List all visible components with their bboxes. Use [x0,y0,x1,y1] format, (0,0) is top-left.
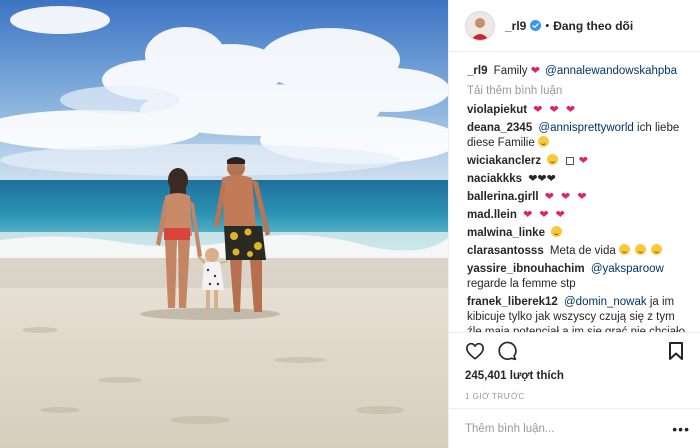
comment-username[interactable]: naciakkks [467,173,522,185]
add-comment-input[interactable] [465,422,673,435]
heart-emoji-icon: ❤ ❤ ❤ [544,191,589,203]
comment-item: mad.llein ❤ ❤ ❤ [467,208,688,223]
comment-mention-link[interactable]: @yaksparoow [591,263,664,275]
follow-status-button[interactable]: Đang theo dõi [553,19,633,33]
comment-username[interactable]: yassire_ibnouhachim [467,263,585,275]
caption-mention-link[interactable]: @annalewandowskahpba [545,65,677,77]
caption-username[interactable]: _rl9 [467,65,487,77]
heart-emoji-icon: ❤ ❤ ❤ [533,104,578,116]
comment-username[interactable]: violapiekut [467,104,527,116]
heart-emoji-icon: ❤ ❤ ❤ [523,209,567,221]
comment-username[interactable]: deana_2345 [467,122,532,134]
comment-username[interactable]: malwina_linke [467,227,545,239]
comment-button[interactable] [495,339,519,363]
header-separator: • [545,19,550,32]
like-button[interactable] [463,339,487,363]
comment-item: malwina_linke [467,226,688,241]
unknown-glyph-icon [565,157,574,165]
comment-item: ballerina.girll ❤ ❤ ❤ [467,190,688,205]
avatar[interactable] [465,10,495,41]
post-sidebar: _rl9 • Đang theo dõi _rl9 Family ❤ @anna… [448,0,700,448]
comment-username[interactable]: clarasantosss [467,245,544,257]
comment-username[interactable]: mad.llein [467,209,517,221]
comment-mention-link[interactable]: @domin_nowak [564,296,647,308]
comment-username[interactable]: ballerina.girll [467,191,539,203]
comment-username[interactable]: franek_liberek12 [467,296,558,308]
likes-count[interactable]: 245,401 lượt thích [449,368,700,386]
heart-outline-icon [466,342,484,360]
more-options-icon[interactable]: ••• [672,421,690,437]
smile-emoji-icon [537,136,549,147]
instagram-post: _rl9 • Đang theo dõi _rl9 Family ❤ @anna… [0,0,700,448]
comment-bubble-icon [498,341,517,360]
heart-emoji-icon: ❤ [530,65,542,77]
avatar-image [466,11,494,40]
action-bar [449,332,700,368]
bookmark-icon [669,341,683,360]
comment-item: violapiekut ❤ ❤ ❤ [467,103,688,118]
comment-mention-link[interactable]: @annisprettyworld [538,122,633,134]
comment-item: yassire_ibnouhachim @yaksparoow regarde … [467,262,688,292]
comment-text: regarde la femme stp [467,278,576,290]
comment-item: naciakkks ❤❤❤ [467,172,688,187]
comment-item: deana_2345 @annisprettyworld ich liebe d… [467,121,688,151]
caption: _rl9 Family ❤ @annalewandowskahpba [467,64,688,79]
comment-item: franek_liberek12 @domin_nowak ja im kibi… [467,295,688,332]
black-heart-emoji-icon: ❤❤❤ [528,173,556,185]
smile-emoji-icon [635,244,647,255]
comment-username[interactable]: wiciakanclerz [467,155,541,167]
add-comment-bar: ••• [449,408,700,448]
smile-emoji-icon [551,226,563,237]
post-header: _rl9 • Đang theo dõi [449,0,700,52]
verified-badge-icon [530,20,542,31]
beach-family-photo [0,0,448,448]
comment-item: clarasantosss Meta de vida [467,244,688,259]
smile-emoji-icon [651,244,663,255]
post-photo[interactable] [0,0,448,448]
save-button[interactable] [664,339,688,363]
caption-text: Family [493,65,528,77]
header-username[interactable]: _rl9 [505,19,526,33]
post-timestamp[interactable]: 1 GIỜ TRƯỚC [449,386,700,408]
comment-text: Meta de vida [549,245,616,257]
smile-emoji-icon [547,154,559,165]
heart-emoji-icon: ❤ [578,155,590,167]
load-more-comments-button[interactable]: Tải thêm bình luận [467,85,688,97]
comment-item: wiciakanclerz ❤ [467,154,688,169]
comments-list: _rl9 Family ❤ @annalewandowskahpba Tải t… [449,52,700,332]
smile-emoji-icon [618,244,630,255]
